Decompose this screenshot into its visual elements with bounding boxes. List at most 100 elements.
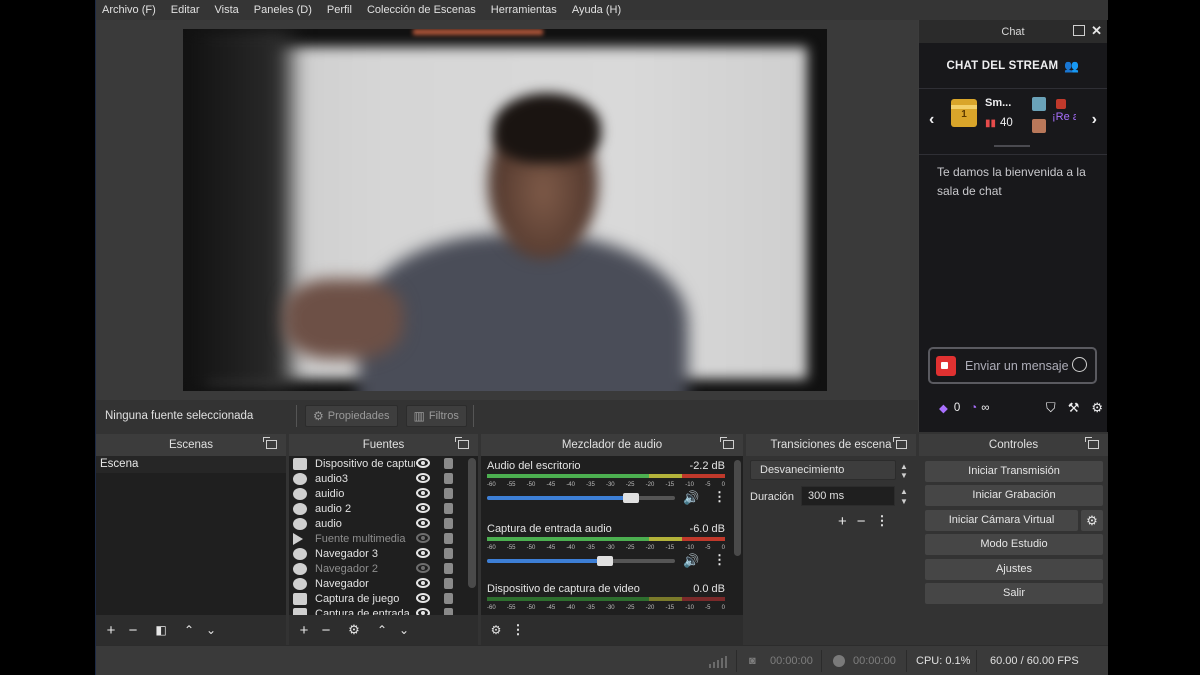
remove-icon[interactable]: − (315, 622, 337, 639)
settings-gear-icon[interactable]: ⚙ (1091, 400, 1103, 416)
add-icon[interactable]: + (838, 513, 847, 530)
users-icon[interactable]: 👥 (1064, 59, 1079, 73)
float-dock-icon[interactable] (1073, 25, 1085, 36)
eye-icon[interactable] (416, 608, 430, 615)
menu-dots-icon[interactable]: ⋮ (507, 622, 529, 638)
close-icon[interactable]: ✕ (1091, 23, 1102, 39)
source-item[interactable]: Fuente multimedia (289, 531, 478, 546)
scrollbar[interactable] (468, 458, 476, 588)
menu-edit[interactable]: Editar (171, 4, 200, 16)
eye-hidden-icon[interactable] (416, 533, 430, 543)
lock-icon[interactable] (444, 548, 453, 559)
menu-view[interactable]: Vista (215, 4, 239, 16)
advanced-audio-icon[interactable]: ⚙ (485, 623, 507, 637)
menu-help[interactable]: Ayuda (H) (572, 4, 621, 16)
lock-icon[interactable] (444, 563, 453, 574)
source-item[interactable]: Captura de entrada (289, 606, 478, 615)
virtual-camera-settings-icon[interactable]: ⚙ (1081, 510, 1103, 531)
lock-icon[interactable] (444, 578, 453, 589)
source-item[interactable]: audio (289, 516, 478, 531)
settings-button[interactable]: Ajustes (925, 559, 1103, 580)
float-dock-icon[interactable] (720, 437, 734, 449)
eye-hidden-icon[interactable] (416, 563, 430, 573)
menu-dots-icon[interactable]: ⋮ (713, 552, 726, 568)
chat-message-input[interactable]: Enviar un mensaje (928, 347, 1097, 384)
menu-dots-icon[interactable]: ⋮ (876, 513, 889, 530)
volume-slider[interactable] (487, 493, 675, 503)
menu-scene-collection[interactable]: Colección de Escenas (367, 4, 476, 16)
chevron-left-icon[interactable]: ‹ (929, 111, 934, 129)
float-dock-icon[interactable] (1085, 437, 1099, 449)
lock-icon[interactable] (444, 503, 453, 514)
volume-slider[interactable] (487, 556, 675, 566)
emote-icon[interactable] (1072, 357, 1087, 372)
chevron-down-icon[interactable]: ▼ (897, 471, 911, 480)
source-item[interactable]: Navegador 3 (289, 546, 478, 561)
eye-icon[interactable] (416, 473, 430, 483)
eye-icon[interactable] (416, 518, 430, 528)
menu-profile[interactable]: Perfil (327, 4, 352, 16)
chevron-down-icon[interactable]: ▼ (897, 497, 911, 506)
gear-icon[interactable]: ⚙ (343, 622, 365, 638)
chevron-up-icon[interactable]: ▲ (897, 462, 911, 471)
filters-button[interactable]: ▥ Filtros (405, 405, 467, 427)
chevron-up-icon[interactable]: ⌃ (371, 623, 393, 637)
scrollbar[interactable] (734, 460, 741, 556)
eye-icon[interactable] (416, 458, 430, 468)
start-recording-button[interactable]: Iniciar Grabación (925, 485, 1103, 506)
source-item[interactable]: audio3 (289, 471, 478, 486)
speaker-icon[interactable]: 🔊 (683, 553, 699, 569)
eye-icon[interactable] (416, 578, 430, 588)
float-dock-icon[interactable] (893, 437, 907, 449)
start-virtual-camera-button[interactable]: Iniciar Cámara Virtual (925, 510, 1078, 531)
lock-icon[interactable] (444, 608, 453, 615)
chevron-up-icon[interactable]: ▲ (897, 487, 911, 496)
volume-knob[interactable] (623, 493, 640, 503)
add-icon[interactable]: + (100, 622, 122, 639)
eye-icon[interactable] (416, 503, 430, 513)
start-streaming-button[interactable]: Iniciar Transmisión (925, 461, 1103, 482)
chevron-right-icon[interactable]: › (1092, 111, 1097, 129)
lock-icon[interactable] (444, 458, 453, 469)
lock-icon[interactable] (444, 533, 453, 544)
channel-db: -6.0 dB (689, 523, 725, 535)
source-item[interactable]: auidio (289, 486, 478, 501)
duration-input[interactable]: 300 ms (801, 486, 895, 506)
eye-icon[interactable] (416, 488, 430, 498)
eye-icon[interactable] (416, 548, 430, 558)
chevron-up-icon[interactable]: ⌃ (178, 623, 200, 637)
chevron-down-icon[interactable]: ⌄ (393, 623, 415, 637)
studio-mode-button[interactable]: Modo Estudio (925, 534, 1103, 555)
add-icon[interactable]: + (293, 622, 315, 639)
menu-file[interactable]: Archivo (F) (102, 4, 156, 16)
remove-icon[interactable]: − (122, 622, 144, 639)
speaker-icon[interactable]: 🔊 (683, 490, 699, 506)
channel-points-icon[interactable]: ◆ (939, 401, 948, 415)
transition-select[interactable]: Desvanecimiento (750, 460, 896, 480)
source-item[interactable]: Navegador 2 (289, 561, 478, 576)
remove-icon[interactable]: − (857, 513, 866, 530)
lock-icon[interactable] (444, 488, 453, 499)
scene-item[interactable]: Escena (96, 456, 286, 473)
mod-icon[interactable]: ⚒ (1068, 400, 1080, 416)
properties-button[interactable]: ⚙ Propiedades (305, 405, 398, 427)
preview-canvas[interactable] (183, 29, 827, 391)
volume-knob[interactable] (597, 556, 614, 566)
source-item[interactable]: Dispositivo de captura (289, 456, 478, 471)
eye-icon[interactable] (416, 593, 430, 603)
lock-icon[interactable] (444, 473, 453, 484)
source-item[interactable]: Captura de juego (289, 591, 478, 606)
source-item[interactable]: audio 2 (289, 501, 478, 516)
lock-icon[interactable] (444, 518, 453, 529)
shield-icon[interactable]: ⛉ (1046, 400, 1056, 416)
menu-tools[interactable]: Herramientas (491, 4, 557, 16)
float-dock-icon[interactable] (263, 437, 277, 449)
source-item[interactable]: Navegador (289, 576, 478, 591)
menu-dots-icon[interactable]: ⋮ (713, 489, 726, 505)
lock-icon[interactable] (444, 593, 453, 604)
filter-icon[interactable]: ◧ (150, 623, 172, 637)
float-dock-icon[interactable] (455, 437, 469, 449)
chevron-down-icon[interactable]: ⌄ (200, 623, 222, 637)
menu-docks[interactable]: Paneles (D) (254, 4, 312, 16)
exit-button[interactable]: Salir (925, 583, 1103, 604)
